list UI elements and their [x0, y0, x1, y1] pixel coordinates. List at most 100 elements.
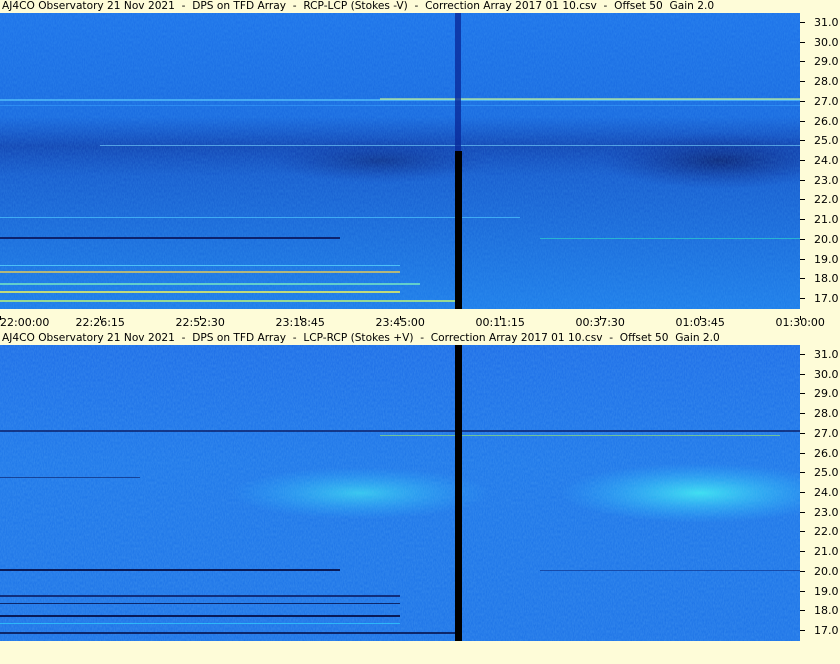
x-tick-label-8: 01:30:00 — [775, 316, 825, 329]
y-tick-2-13: 18.0 — [800, 604, 840, 618]
y-tick-mark — [800, 531, 805, 533]
x-tick-label-6: 00:37:30 — [575, 316, 625, 329]
y-axis-panel-1: 31.0 30.0 29.0 28.0 27.0 26.0 25.0 24.0 23.0 22.0… — [800, 13, 840, 309]
y-tick-mark — [800, 81, 805, 83]
y-tick-label: 28.0 — [814, 407, 839, 421]
x-tick-label-7: 01:03:45 — [675, 316, 725, 329]
y-tick-mark — [800, 298, 805, 300]
y-tick-mark — [800, 219, 805, 221]
x-tick-label-0: 22:00:00 — [0, 316, 50, 329]
y-tick-mark — [800, 551, 805, 553]
y-tick-mark — [800, 353, 805, 355]
y-tick-1-11: 20.0 — [800, 233, 840, 247]
y-tick-label: 31.0 — [814, 15, 839, 29]
y-tick-mark — [800, 610, 805, 612]
y-tick-label: 17.0 — [814, 624, 839, 638]
y-tick-mark — [800, 452, 805, 454]
y-tick-2-10: 21.0 — [800, 545, 840, 559]
y-tick-2-0: 31.0 — [800, 348, 840, 362]
y-tick-1-5: 26.0 — [800, 115, 840, 129]
y-tick-label: 21.0 — [814, 545, 839, 559]
y-tick-label: 29.0 — [814, 55, 839, 69]
x-tick-label-1: 22:26:15 — [75, 316, 125, 329]
y-tick-label: 27.0 — [814, 94, 839, 108]
y-tick-mark — [800, 432, 805, 434]
y-tick-2-6: 25.0 — [800, 466, 840, 480]
y-tick-1-14: 17.0 — [800, 292, 840, 306]
y-tick-label: 22.0 — [814, 193, 839, 207]
y-tick-1-9: 22.0 — [800, 193, 840, 207]
y-tick-2-14: 17.0 — [800, 624, 840, 638]
x-tick-label-4: 23:45:00 — [375, 316, 425, 329]
y-tick-label: 27.0 — [814, 426, 839, 440]
y-tick-label: 20.0 — [814, 564, 839, 578]
y-tick-label: 18.0 — [814, 272, 839, 286]
y-tick-2-8: 23.0 — [800, 506, 840, 520]
y-tick-mark — [800, 570, 805, 572]
y-tick-2-11: 20.0 — [800, 565, 840, 579]
y-tick-label: 23.0 — [814, 505, 839, 519]
y-tick-mark — [800, 278, 805, 280]
y-tick-mark — [800, 472, 805, 474]
panel-2-title: AJ4CO Observatory 21 Nov 2021 - DPS on T… — [2, 332, 720, 344]
y-tick-label: 30.0 — [814, 35, 839, 49]
y-tick-label: 18.0 — [814, 604, 839, 618]
x-tick-label-2: 22:52:30 — [175, 316, 225, 329]
y-tick-mark — [800, 61, 805, 63]
panel-1-title: AJ4CO Observatory 21 Nov 2021 - DPS on T… — [2, 0, 715, 12]
y-tick-mark — [800, 393, 805, 395]
y-tick-2-12: 19.0 — [800, 585, 840, 599]
y-tick-mark — [800, 373, 805, 375]
y-tick-2-7: 24.0 — [800, 486, 840, 500]
y-tick-label: 17.0 — [814, 292, 839, 306]
y-tick-mark — [800, 630, 805, 632]
y-tick-label: 25.0 — [814, 466, 839, 480]
y-tick-label: 30.0 — [814, 367, 839, 381]
y-tick-label: 20.0 — [814, 232, 839, 246]
y-tick-mark — [800, 41, 805, 43]
y-tick-1-12: 19.0 — [800, 253, 840, 267]
y-tick-2-3: 28.0 — [800, 407, 840, 421]
y-tick-label: 24.0 — [814, 486, 839, 499]
y-tick-1-6: 25.0 — [800, 134, 840, 148]
y-tick-2-1: 30.0 — [800, 368, 840, 382]
y-tick-mark — [800, 199, 805, 201]
y-tick-mark — [800, 413, 805, 415]
y-tick-mark — [800, 492, 805, 493]
y-axis-panel-2: 31.0 30.0 29.0 28.0 27.0 26.0 25.0 24.0 23.0 22.0… — [800, 345, 840, 641]
y-tick-label: 28.0 — [814, 75, 839, 89]
y-tick-mark — [800, 179, 805, 181]
y-tick-label: 24.0 — [814, 154, 839, 167]
spectrogram-panel-2 — [0, 345, 800, 641]
y-tick-mark — [800, 590, 805, 592]
y-tick-label: 31.0 — [814, 347, 839, 361]
y-tick-label: 22.0 — [814, 525, 839, 539]
y-tick-1-0: 31.0 — [800, 16, 840, 30]
x-tick-label-3: 23:18:45 — [275, 316, 325, 329]
y-tick-1-2: 29.0 — [800, 55, 840, 69]
y-tick-label: 25.0 — [814, 134, 839, 148]
y-tick-2-5: 26.0 — [800, 447, 840, 461]
y-tick-2-9: 22.0 — [800, 525, 840, 539]
y-tick-label: 19.0 — [814, 252, 839, 266]
y-tick-1-13: 18.0 — [800, 272, 840, 286]
y-tick-mark — [800, 120, 805, 122]
y-tick-1-10: 21.0 — [800, 213, 840, 227]
y-tick-mark — [800, 511, 805, 513]
y-tick-mark — [800, 238, 805, 240]
y-tick-label: 29.0 — [814, 387, 839, 401]
y-tick-1-7: 24.0 — [800, 154, 840, 168]
y-tick-label: 19.0 — [814, 584, 839, 598]
x-tick-label-5: 00:11:15 — [475, 316, 525, 329]
y-tick-mark — [800, 100, 805, 102]
y-tick-2-4: 27.0 — [800, 427, 840, 441]
y-tick-1-1: 30.0 — [800, 36, 840, 50]
y-tick-label: 23.0 — [814, 173, 839, 187]
y-tick-label: 26.0 — [814, 446, 839, 460]
y-tick-mark — [800, 258, 805, 260]
y-tick-label: 21.0 — [814, 213, 839, 227]
spectrogram-panel-1 — [0, 13, 800, 309]
y-tick-mark — [800, 140, 805, 142]
y-tick-mark — [800, 21, 805, 23]
y-tick-1-3: 28.0 — [800, 75, 840, 89]
